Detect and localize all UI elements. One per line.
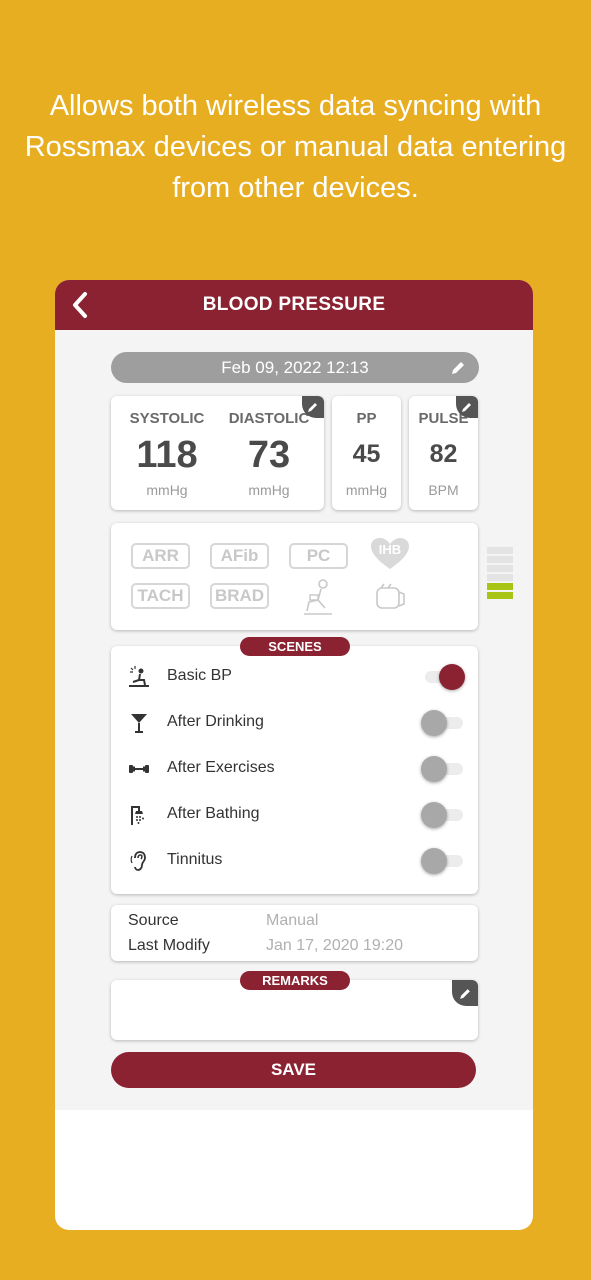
save-button[interactable]: SAVE (111, 1052, 476, 1088)
shower-icon (131, 806, 144, 825)
toggle-knob (421, 710, 447, 736)
pencil-icon (462, 403, 471, 412)
systolic-unit: mmHg (146, 482, 188, 498)
badge-afib: AFib (210, 543, 269, 569)
pp-label: PP (356, 410, 377, 427)
badge-brad: BRAD (210, 583, 269, 609)
level-bar (487, 574, 513, 581)
level-bar (487, 565, 513, 572)
systolic-label: SYSTOLIC (129, 410, 205, 427)
ear-icon (130, 851, 146, 871)
systolic-value: 118 (136, 434, 198, 476)
app-bar: BLOOD PRESSURE (55, 280, 533, 330)
toggle-tinnitus[interactable] (421, 848, 465, 874)
diastolic-label: DIASTOLIC (228, 410, 310, 427)
bp-card: SYSTOLIC 118 mmHg DIASTOLIC 73 mmHg (111, 396, 324, 510)
toggle-knob (439, 664, 465, 690)
pp-card: PP 45 mmHg (332, 396, 401, 510)
level-bar (487, 583, 513, 590)
posture-icon (304, 579, 332, 615)
toggle-basic-bp[interactable] (421, 664, 465, 690)
source-value: Manual (266, 912, 319, 929)
promo-text: Allows both wireless data syncing with R… (24, 90, 567, 204)
toggle-after-bathing[interactable] (421, 802, 465, 828)
pp-value: 45 (352, 440, 381, 468)
scene-row-tinnitus: Tinnitus (111, 838, 479, 884)
last-modify-label: Last Modify (128, 937, 210, 954)
cocktail-glass-icon (131, 714, 147, 733)
scene-row-after-exercises: After Exercises (111, 746, 479, 792)
scene-label: After Bathing (167, 805, 260, 822)
toggle-knob (421, 802, 447, 828)
info-card: Source Manual Last Modify Jan 17, 2020 1… (111, 905, 478, 961)
pulse-unit: BPM (428, 482, 459, 498)
page-title: BLOOD PRESSURE (202, 294, 386, 315)
source-label: Source (128, 912, 179, 929)
badge-arr: ARR (131, 543, 190, 569)
ihb-label: IHB (379, 542, 401, 557)
pp-unit: mmHg (345, 482, 388, 498)
phone-screen: BLOOD PRESSURE Feb 09, 2022 12:13 SYSTOL… (55, 280, 533, 1230)
indicators-card: ARR AFib PC TACH BRAD IHB (111, 523, 513, 630)
scene-label: Basic BP (167, 667, 232, 684)
toggle-after-drinking[interactable] (421, 710, 465, 736)
remarks-label: REMARKS (240, 971, 350, 990)
scene-row-after-drinking: After Drinking (111, 700, 479, 746)
diastolic-unit: mmHg (248, 482, 290, 498)
scenes-label: SCENES (240, 637, 350, 656)
level-bar (487, 592, 513, 599)
pencil-icon (308, 403, 317, 412)
edit-remarks-button[interactable] (452, 980, 478, 1006)
scenes-card: Basic BP After Drinking After Exercises … (111, 646, 478, 894)
last-modify-value: Jan 17, 2020 19:20 (266, 937, 404, 954)
pulse-card: PULSE 82 BPM (409, 396, 478, 510)
pulse-value: 82 (429, 440, 458, 468)
datetime-field[interactable]: Feb 09, 2022 12:13 (111, 352, 479, 383)
datetime-value: Feb 09, 2022 12:13 (221, 357, 369, 377)
form-content: Feb 09, 2022 12:13 SYSTOLIC 118 mmHg DIA… (55, 330, 533, 1110)
toggle-knob (421, 848, 447, 874)
cuff-icon (376, 583, 405, 609)
chevron-left-icon[interactable] (67, 291, 93, 319)
diastolic-value: 73 (247, 434, 291, 476)
pencil-icon (459, 988, 470, 999)
level-bar (487, 556, 513, 563)
scene-label: After Exercises (167, 759, 275, 776)
person-resting-icon (129, 666, 149, 687)
heart-ihb-icon: IHB (371, 538, 409, 569)
scene-row-basic-bp: Basic BP (111, 654, 479, 700)
scene-row-after-bathing: After Bathing (111, 792, 479, 838)
toggle-after-exercises[interactable] (421, 756, 465, 782)
dumbbell-icon (129, 765, 149, 773)
scene-label: After Drinking (167, 713, 264, 730)
pencil-icon[interactable] (450, 359, 467, 376)
level-bar (487, 547, 513, 554)
scene-label: Tinnitus (167, 851, 223, 868)
badge-pc: PC (289, 543, 348, 569)
badge-tach: TACH (131, 583, 190, 609)
toggle-knob (421, 756, 447, 782)
